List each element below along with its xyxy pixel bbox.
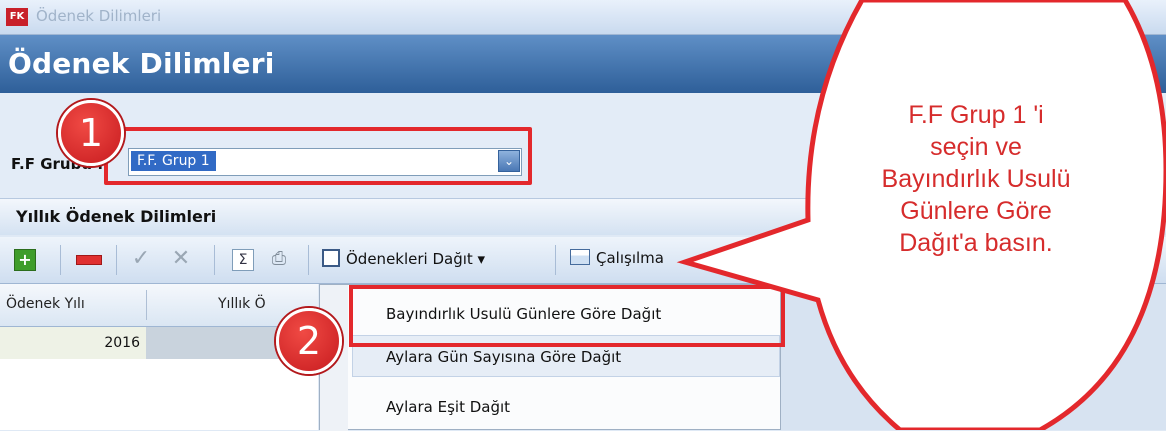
allowance-grid: Ödenek Yılı Yıllık Ö 2016	[0, 284, 318, 430]
callout-line: Bayındırlık Usulü	[881, 165, 1071, 193]
toolbar-divider	[555, 245, 556, 275]
toolbar-divider	[116, 245, 117, 275]
window-title: Ödenek Dilimleri	[36, 7, 162, 25]
menu-item-equal-monthly[interactable]: Aylara Eşit Dağıt	[386, 398, 510, 416]
toolbar-divider	[214, 245, 215, 275]
page-header: Ödenek Dilimleri	[0, 35, 1166, 93]
column-divider	[146, 290, 147, 320]
cancel-cross-icon[interactable]: ✕	[170, 248, 192, 271]
toolbar-divider	[60, 245, 61, 275]
callout-line: F.F Grup 1 'i	[908, 101, 1044, 129]
app-logo-icon: FK	[6, 8, 28, 26]
callout-line: Günlere Göre	[900, 197, 1052, 225]
callout-line: seçin ve	[930, 133, 1022, 161]
section-title: Yıllık Ödenek Dilimleri	[16, 207, 217, 226]
callout-text: F.F Grup 1 'i seçin ve Bayındırlık Usulü…	[826, 99, 1126, 259]
working-days-label: Çalışılma	[596, 249, 664, 267]
add-row-icon[interactable]: +	[14, 249, 36, 271]
distribute-icon	[322, 249, 340, 267]
step-badge-2: 2	[276, 308, 342, 374]
grid-background	[780, 284, 1166, 430]
callout-line: Dağıt'a basın.	[899, 229, 1053, 257]
toolbar-divider	[308, 245, 309, 275]
print-icon[interactable]: ⎙	[268, 249, 290, 271]
step-badge-1: 1	[58, 100, 124, 166]
highlight-box-step1	[104, 127, 532, 185]
sum-icon[interactable]: Σ	[232, 249, 254, 271]
distribute-allowances-label: Ödenekleri Dağıt ▾	[346, 250, 486, 268]
cell-year[interactable]: 2016	[0, 327, 140, 359]
calendar-icon	[570, 249, 590, 265]
grid-header: Ödenek Yılı Yıllık Ö	[0, 284, 318, 327]
confirm-check-icon[interactable]: ✓	[130, 248, 152, 271]
column-header-year[interactable]: Ödenek Yılı	[6, 296, 85, 312]
table-row[interactable]: 2016	[0, 327, 318, 359]
menu-item-by-day-count[interactable]: Aylara Gün Sayısına Göre Dağıt	[386, 348, 621, 366]
page-title: Ödenek Dilimleri	[8, 47, 275, 80]
column-header-annual[interactable]: Yıllık Ö	[218, 296, 266, 312]
window-titlebar: FK Ödenek Dilimleri	[0, 0, 1166, 35]
working-days-button[interactable]: Çalışılma	[570, 249, 664, 267]
remove-row-icon[interactable]	[76, 255, 102, 265]
distribute-allowances-button[interactable]: Ödenekleri Dağıt ▾	[322, 249, 485, 268]
highlight-box-step2	[349, 285, 785, 347]
